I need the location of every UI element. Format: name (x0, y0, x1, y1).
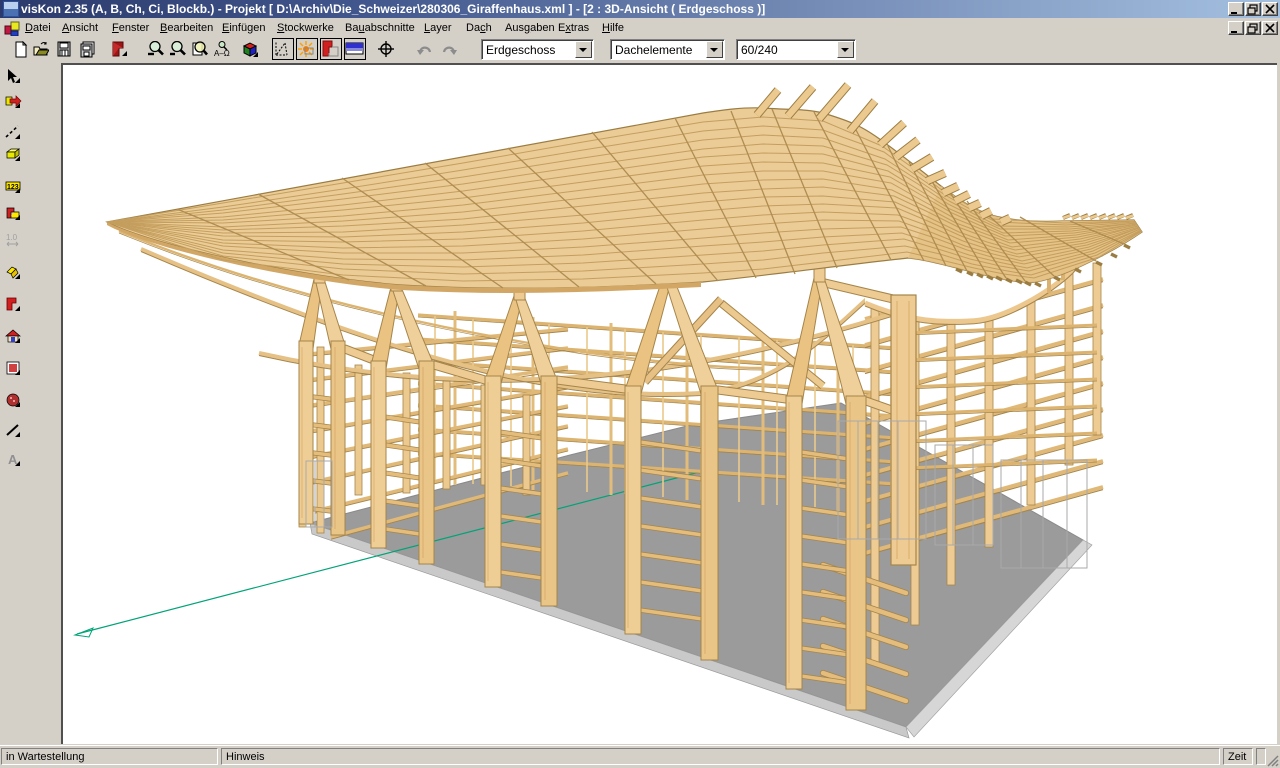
svg-text:123: 123 (7, 184, 19, 191)
svg-text:A–Ω: A–Ω (214, 49, 230, 58)
svg-text:1.0: 1.0 (6, 233, 18, 242)
